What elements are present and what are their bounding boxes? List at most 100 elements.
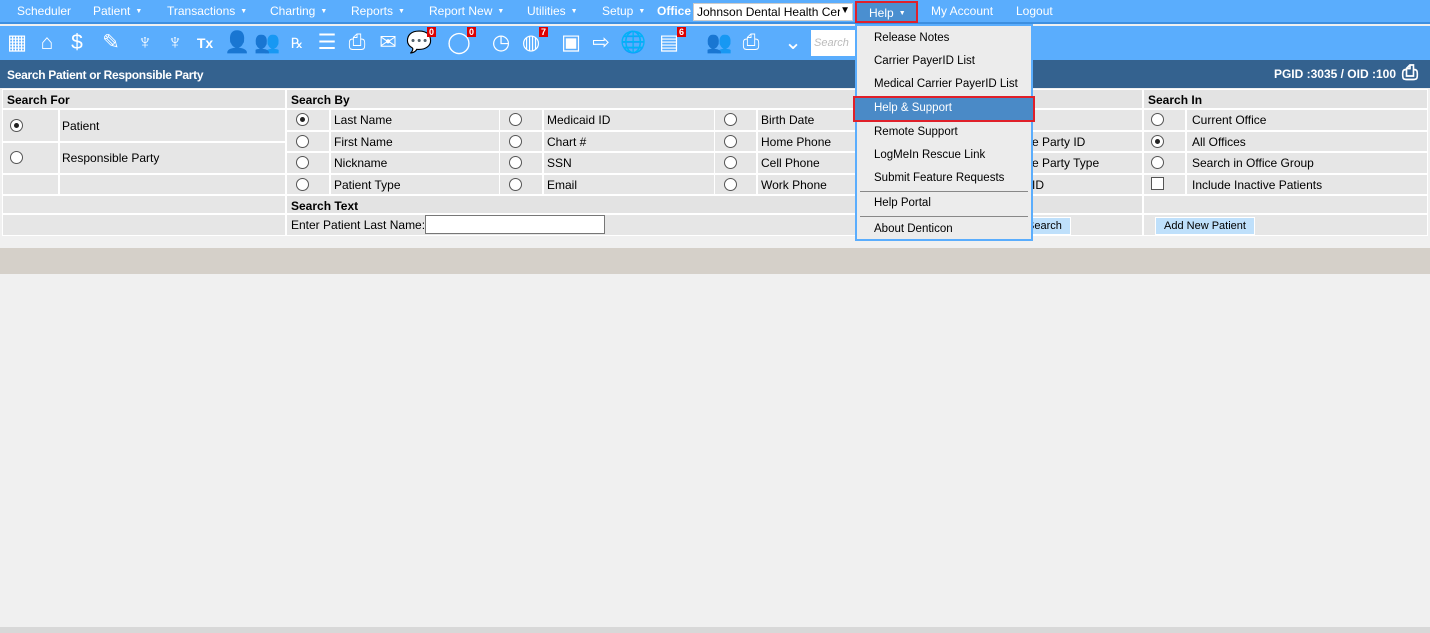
- search-by-radio[interactable]: [724, 178, 737, 191]
- add-patient-icon[interactable]: 👤: [224, 30, 250, 56]
- search-for-header: Search For: [2, 89, 286, 109]
- menu-setup[interactable]: Setup ▼: [602, 4, 645, 18]
- search-by-radio[interactable]: [724, 156, 737, 169]
- help-menu-help-support[interactable]: Help & Support: [853, 96, 1035, 122]
- search-by-label: Patient Type: [334, 178, 401, 192]
- treatment-icon[interactable]: Tx: [192, 30, 218, 56]
- users-icon[interactable]: 👥: [706, 30, 732, 56]
- toolbar-search-input[interactable]: Search: [811, 30, 861, 56]
- search-for-patient-radio[interactable]: [10, 119, 23, 132]
- globe-icon[interactable]: 🌐: [620, 30, 646, 56]
- cell: [2, 214, 286, 236]
- cell: [1143, 195, 1428, 214]
- search-by-label: Nickname: [334, 156, 388, 170]
- help-menu-help-portal[interactable]: Help Portal: [857, 193, 1031, 215]
- menu-help[interactable]: Help ▼: [855, 1, 918, 23]
- help-menu-carrier-payerid-list[interactable]: Carrier PayerID List: [857, 51, 1031, 73]
- export-icon[interactable]: ⇨: [588, 30, 614, 56]
- menu-label: Patient: [93, 4, 131, 18]
- menu-reports[interactable]: Reports ▼: [351, 4, 405, 18]
- menu-my-account[interactable]: My Account: [931, 4, 993, 18]
- tooth-chart-icon[interactable]: ▣: [558, 30, 584, 56]
- menu-charting[interactable]: Charting ▼: [270, 4, 327, 18]
- payment-icon[interactable]: $: [64, 30, 90, 56]
- help-menu-medical-carrier-payerid-list[interactable]: Medical Carrier PayerID List: [857, 74, 1031, 96]
- messages-icon[interactable]: 💬 0: [406, 27, 436, 56]
- search-by-radio[interactable]: [296, 113, 309, 126]
- patients-online-icon[interactable]: ◍ 7: [518, 27, 548, 56]
- help-menu-logmein-rescue-link[interactable]: LogMeIn Rescue Link: [857, 145, 1031, 167]
- add-new-patient-button[interactable]: Add New Patient: [1155, 217, 1255, 235]
- office-select[interactable]: Johnson Dental Health Cer ▼: [693, 3, 853, 21]
- menu-label: Scheduler: [17, 4, 72, 18]
- cell: [1143, 109, 1186, 131]
- notepad-icon[interactable]: ☰: [314, 30, 340, 56]
- print-document-icon[interactable]: ⎙: [344, 30, 370, 56]
- caret-down-icon: ▼: [135, 8, 143, 15]
- search-by-label: Medicaid ID: [547, 113, 611, 127]
- help-menu-submit-feature-requests[interactable]: Submit Feature Requests: [857, 168, 1031, 190]
- notes-icon[interactable]: ▤ 6: [656, 27, 686, 56]
- printer-icon[interactable]: ⎙: [1402, 62, 1426, 86]
- search-by-radio[interactable]: [724, 113, 737, 126]
- include-inactive-checkbox[interactable]: [1151, 177, 1164, 190]
- tooth-icon[interactable]: ♆: [132, 30, 158, 56]
- office-label: Office: [657, 4, 692, 18]
- caret-down-icon: ▼: [240, 8, 248, 15]
- search-in-radio[interactable]: [1151, 113, 1164, 126]
- menu-utilities[interactable]: Utilities ▼: [527, 4, 578, 18]
- home-icon[interactable]: ⌂: [34, 30, 60, 56]
- menu-label: Transactions: [167, 4, 236, 18]
- menu-report-new[interactable]: Report New ▼: [429, 4, 504, 18]
- search-for-responsible-party-radio[interactable]: [10, 151, 23, 164]
- cell: [1143, 152, 1186, 174]
- search-in-header: Search In: [1143, 89, 1428, 109]
- search-for-patient-label: Patient: [62, 119, 100, 133]
- menu-logout[interactable]: Logout: [1016, 4, 1053, 18]
- search-in-radio[interactable]: [1151, 156, 1164, 169]
- caret-down-icon: ▼: [638, 8, 646, 15]
- menu-patient[interactable]: Patient ▼: [93, 4, 142, 18]
- caret-down-icon: ▼: [898, 10, 906, 17]
- search-placeholder: Search: [814, 37, 849, 49]
- search-by-radio[interactable]: [509, 113, 522, 126]
- search-by-label: SSN: [547, 156, 572, 170]
- menu-transactions[interactable]: Transactions ▼: [167, 4, 247, 18]
- clock-icon[interactable]: ◷: [488, 30, 514, 56]
- help-menu-release-notes[interactable]: Release Notes: [857, 28, 1031, 50]
- search-by-radio[interactable]: [296, 135, 309, 148]
- menu-label: Setup: [602, 4, 634, 18]
- expand-down-icon[interactable]: ⌄: [780, 30, 806, 56]
- pgid-oid: PGID :3035 / OID :100: [1273, 67, 1396, 81]
- search-by-label: Cell Phone: [761, 156, 820, 170]
- page-title: Search Patient or Responsible Party: [7, 68, 204, 82]
- calendar-icon[interactable]: ▦: [4, 30, 30, 56]
- mail-icon[interactable]: ✉: [375, 30, 401, 56]
- menu-label: Reports: [351, 4, 394, 18]
- search-in-label: Current Office: [1192, 113, 1267, 127]
- search-by-label: Birth Date: [761, 113, 815, 127]
- prescription-icon[interactable]: ℞: [284, 30, 310, 56]
- search-by-radio[interactable]: [724, 135, 737, 148]
- menu-label: Help: [869, 6, 894, 20]
- add-family-icon[interactable]: 👥: [254, 30, 280, 56]
- search-in-label: All Offices: [1192, 135, 1246, 149]
- search-in-radio[interactable]: [1151, 135, 1164, 148]
- print-forms-icon[interactable]: ⎙: [738, 30, 764, 56]
- last-name-input[interactable]: [425, 215, 605, 234]
- chat-icon[interactable]: ◯ 0: [446, 27, 476, 56]
- search-by-radio[interactable]: [509, 178, 522, 191]
- search-by-radio[interactable]: [296, 156, 309, 169]
- help-menu-about-denticon[interactable]: About Denticon: [857, 219, 1031, 241]
- cell: [1143, 174, 1186, 195]
- help-menu-remote-support[interactable]: Remote Support: [857, 122, 1031, 144]
- edit-list-icon[interactable]: ✎: [98, 30, 124, 56]
- search-by-radio[interactable]: [296, 178, 309, 191]
- search-by-radio[interactable]: [509, 156, 522, 169]
- results-bar: [0, 248, 1430, 274]
- menu-scheduler[interactable]: Scheduler: [17, 4, 71, 18]
- tooth-crown-icon[interactable]: ♆: [162, 30, 188, 56]
- notes-badge: 6: [676, 27, 686, 37]
- search-by-radio[interactable]: [509, 135, 522, 148]
- search-by-label: Email: [547, 178, 578, 192]
